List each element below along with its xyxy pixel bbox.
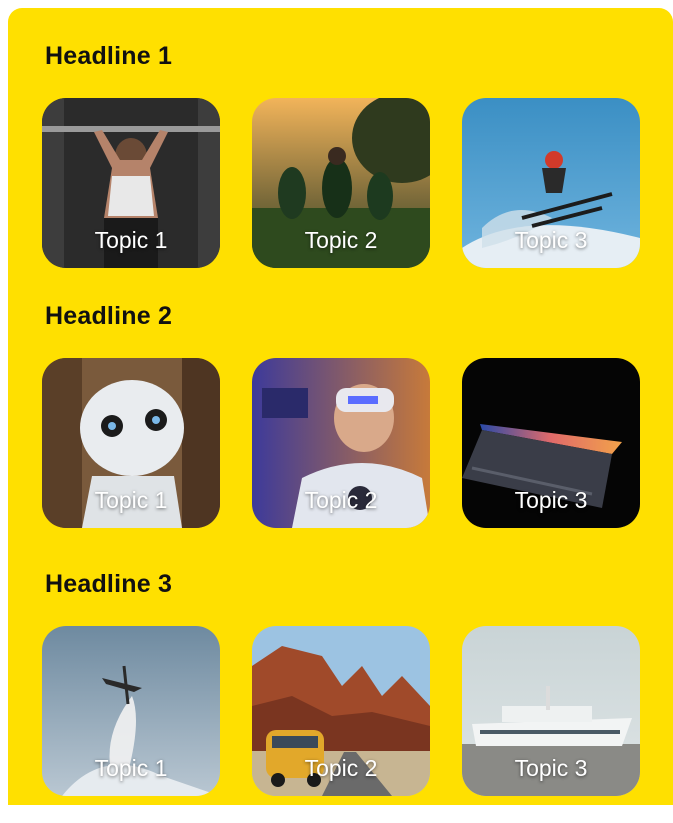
topic-tile-2-2[interactable]: Topic 2 bbox=[252, 358, 430, 528]
topic-tile-1-2[interactable]: Topic 2 bbox=[252, 98, 430, 268]
tile-label: Topic 1 bbox=[94, 227, 168, 253]
topic-tile-2-1[interactable]: Topic 1 bbox=[42, 358, 220, 528]
content-panel: Headline 1 Topic 1 Topic 2 Topic 3 Headl… bbox=[8, 8, 673, 805]
headline-2: Headline 2 bbox=[45, 302, 173, 330]
tile-label: Topic 3 bbox=[514, 227, 588, 253]
tile-label: Topic 3 bbox=[514, 755, 588, 781]
topic-tile-1-1[interactable]: Topic 1 bbox=[42, 98, 220, 268]
tile-label: Topic 2 bbox=[304, 487, 378, 513]
topic-tile-1-3[interactable]: Topic 3 bbox=[462, 98, 640, 268]
tile-label: Topic 3 bbox=[514, 487, 588, 513]
tile-label: Topic 1 bbox=[94, 755, 168, 781]
headline-1: Headline 1 bbox=[45, 42, 173, 70]
headline-3: Headline 3 bbox=[45, 570, 173, 598]
tile-label: Topic 1 bbox=[94, 487, 168, 513]
tile-label: Topic 2 bbox=[304, 755, 378, 781]
topic-tile-3-1[interactable]: Topic 1 bbox=[42, 626, 220, 796]
topic-tile-2-3[interactable]: Topic 3 bbox=[462, 358, 640, 528]
tile-label: Topic 2 bbox=[304, 227, 378, 253]
topic-tile-3-3[interactable]: Topic 3 bbox=[462, 626, 640, 796]
topic-tile-3-2[interactable]: Topic 2 bbox=[252, 626, 430, 796]
